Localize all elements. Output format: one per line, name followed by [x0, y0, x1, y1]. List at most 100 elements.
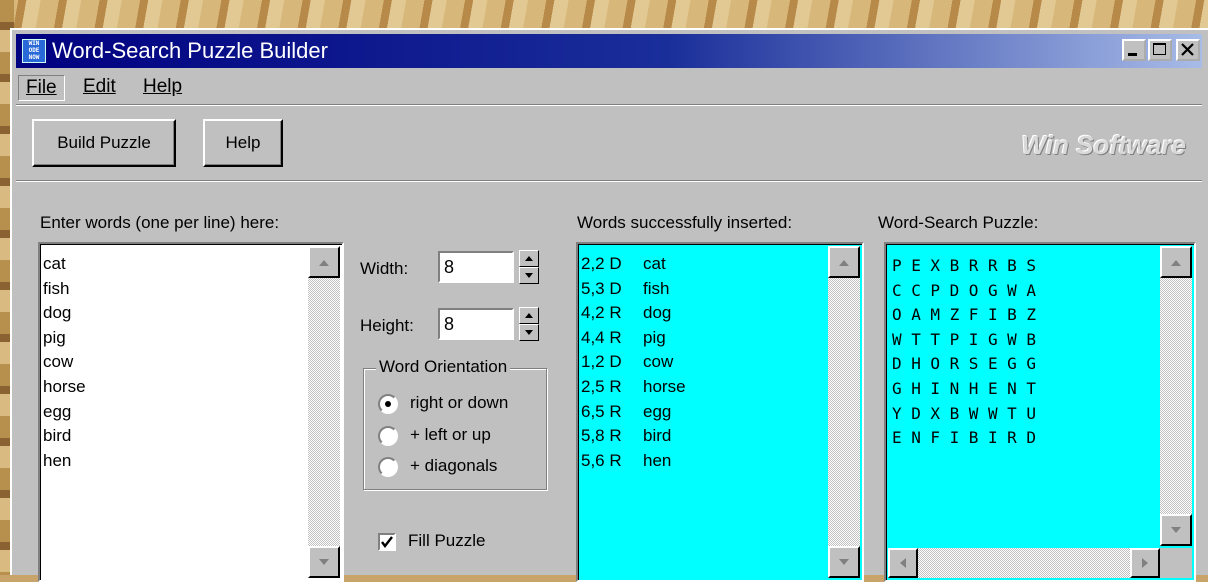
puzzle-row: PEXBRRBS — [892, 254, 1046, 279]
height-input[interactable]: 8 — [438, 308, 514, 340]
help-button[interactable]: Help — [203, 119, 283, 167]
list-item: 5,3 Dfish — [581, 278, 670, 298]
puzzle-row: GHINHENT — [892, 377, 1046, 402]
puzzle-cell: Z — [1026, 305, 1036, 325]
inserted-scrollbar[interactable] — [828, 246, 860, 578]
list-item: 4,4 Rpig — [581, 327, 666, 347]
scroll-down-button[interactable] — [308, 546, 340, 578]
height-spinner[interactable] — [519, 307, 539, 341]
puzzle-cell: Y — [892, 403, 902, 423]
puzzle-cell: E — [892, 428, 902, 448]
arrow-up-icon — [1171, 260, 1181, 266]
fill-puzzle-label: Fill Puzzle — [408, 531, 486, 550]
word-line: egg — [43, 401, 72, 421]
puzzle-vscrollbar[interactable] — [1160, 246, 1192, 546]
app-window: WIN ODE NOW Word-Search Puzzle Builder F… — [10, 28, 1208, 582]
spin-down-button[interactable] — [519, 267, 539, 284]
list-item: 4,2 Rdog — [581, 303, 672, 323]
puzzle-cell: G — [892, 378, 902, 398]
puzzle-cell: N — [949, 378, 960, 398]
puzzle-cell: B — [1007, 305, 1017, 325]
width-label: Width: — [360, 259, 409, 278]
fill-puzzle-checkbox[interactable] — [378, 533, 396, 551]
puzzle-cell: P — [930, 280, 941, 300]
spin-up-button[interactable] — [519, 307, 539, 324]
inserted-words-list[interactable]: 2,2 Dcat 5,3 Dfish 4,2 Rdog 4,4 Rpig 1,2… — [576, 242, 864, 582]
puzzle-hscrollbar[interactable] — [888, 548, 1160, 578]
puzzle-cell: M — [930, 305, 941, 325]
puzzle-grid: PEXBRRBSCCPDOGWAOAMZFIBZWTTPIGWBDHORSEGG… — [892, 254, 1046, 451]
scroll-down-button[interactable] — [828, 546, 860, 578]
puzzle-cell: B — [949, 256, 960, 275]
minimize-button[interactable] — [1122, 39, 1146, 61]
orientation-title: Word Orientation — [376, 357, 511, 377]
toolbar-divider — [16, 104, 1202, 106]
close-icon — [1181, 43, 1194, 56]
puzzle-cell: I — [949, 428, 960, 448]
puzzle-cell: P — [892, 256, 902, 275]
scroll-down-button[interactable] — [1160, 514, 1192, 546]
puzzle-cell: O — [892, 305, 902, 325]
puzzle-cell: H — [911, 378, 921, 398]
puzzle-cell: O — [930, 354, 941, 374]
words-scrollbar[interactable] — [308, 246, 340, 578]
height-label: Height: — [360, 316, 414, 335]
build-puzzle-button[interactable]: Build Puzzle — [32, 119, 176, 167]
puzzle-cell: W — [1007, 280, 1017, 300]
spin-down-button[interactable] — [519, 324, 539, 341]
puzzle-cell: D — [911, 403, 921, 423]
panel-divider — [16, 180, 1202, 182]
radio-button[interactable] — [378, 457, 398, 477]
title-bar[interactable]: WIN ODE NOW Word-Search Puzzle Builder — [16, 34, 1202, 68]
scroll-right-button[interactable] — [1130, 548, 1160, 578]
radio-button[interactable] — [378, 394, 398, 414]
width-spinner[interactable] — [519, 250, 539, 284]
scroll-left-button[interactable] — [888, 548, 918, 578]
words-input-label: Enter words (one per line) here: — [40, 213, 280, 232]
scroll-up-button[interactable] — [1160, 246, 1192, 278]
puzzle-cell: G — [1007, 354, 1017, 374]
menu-file[interactable]: File — [18, 75, 65, 101]
arrow-down-icon — [1171, 527, 1181, 533]
scroll-up-button[interactable] — [828, 246, 860, 278]
list-item: 2,2 Dcat — [581, 254, 666, 273]
puzzle-cell: X — [930, 256, 941, 275]
puzzle-cell: X — [930, 403, 941, 423]
puzzle-cell: E — [911, 256, 921, 275]
puzzle-cell: G — [987, 329, 998, 349]
app-icon: WIN ODE NOW — [22, 39, 46, 63]
menu-help[interactable]: Help — [136, 75, 189, 99]
puzzle-cell: W — [987, 403, 998, 423]
puzzle-cell: C — [911, 280, 921, 300]
close-button[interactable] — [1176, 39, 1200, 61]
puzzle-cell: R — [968, 256, 979, 275]
maximize-button[interactable] — [1148, 39, 1172, 61]
puzzle-cell: Z — [949, 305, 960, 325]
puzzle-row: DHORSEGG — [892, 352, 1046, 377]
words-textarea[interactable]: cat fish dog pig cow horse egg bird hen — [38, 242, 344, 582]
puzzle-cell: I — [987, 428, 998, 448]
menu-edit[interactable]: Edit — [76, 75, 123, 99]
puzzle-cell: C — [892, 280, 902, 300]
word-line: horse — [43, 376, 86, 396]
puzzle-cell: F — [930, 428, 941, 448]
arrow-down-icon — [525, 330, 533, 335]
puzzle-cell: E — [987, 378, 998, 398]
brand-logo: Win Software — [1021, 130, 1186, 160]
puzzle-cell: H — [968, 378, 979, 398]
arrow-down-icon — [319, 559, 329, 565]
width-input[interactable]: 8 — [438, 251, 514, 283]
puzzle-grid-box[interactable]: PEXBRRBSCCPDOGWAOAMZFIBZWTTPIGWBDHORSEGG… — [884, 242, 1196, 582]
list-item: 6,5 Regg — [581, 401, 672, 421]
menu-edit-label: Edit — [83, 76, 116, 97]
arrow-up-icon — [319, 260, 329, 266]
radio-label: + left or up — [410, 425, 491, 444]
puzzle-cell: A — [1026, 280, 1036, 300]
radio-button[interactable] — [378, 426, 398, 446]
scroll-up-button[interactable] — [308, 246, 340, 278]
puzzle-cell: S — [1026, 256, 1036, 275]
word-line: cow — [43, 352, 74, 372]
desktop-background — [0, 0, 1208, 30]
puzzle-row: OAMZFIBZ — [892, 303, 1046, 328]
spin-up-button[interactable] — [519, 250, 539, 267]
